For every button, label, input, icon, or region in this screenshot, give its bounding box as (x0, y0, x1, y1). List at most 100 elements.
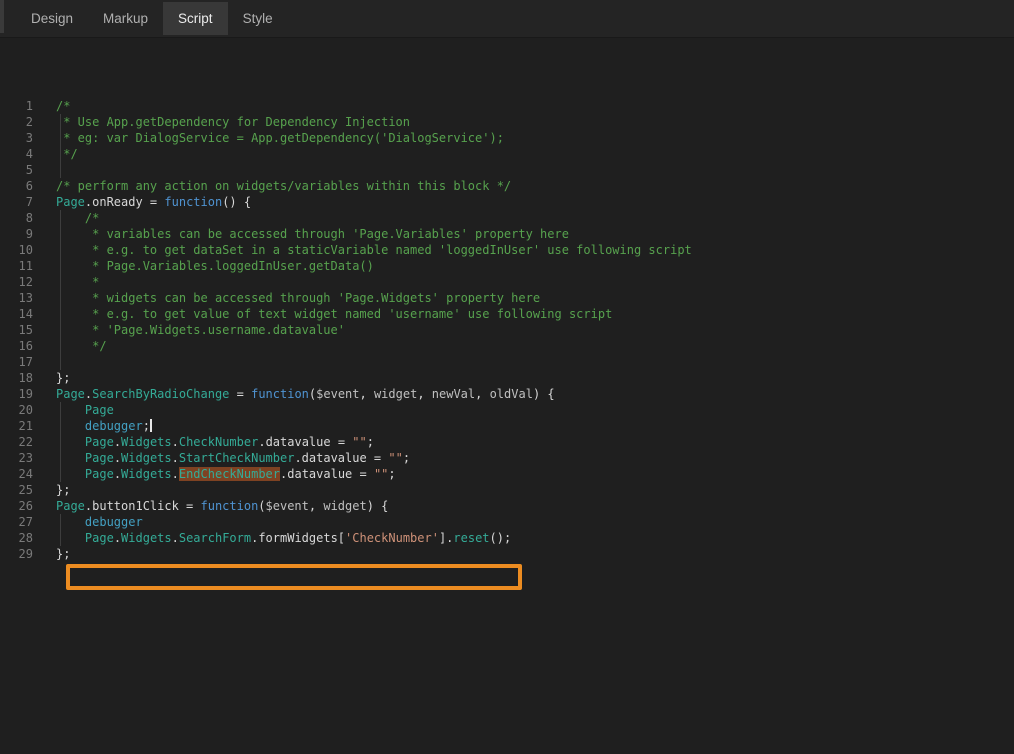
indent-guide (60, 258, 61, 274)
code-line[interactable]: 16 */ (0, 338, 1014, 354)
indent-guide (60, 306, 61, 322)
code-line[interactable]: 12 * (0, 274, 1014, 290)
code-line[interactable]: 29}; (0, 546, 1014, 562)
line-number: 13 (0, 290, 33, 306)
indent-guide (60, 354, 61, 370)
line-number: 17 (0, 354, 33, 370)
line-number: 21 (0, 418, 33, 434)
line-number: 19 (0, 386, 33, 402)
code-line[interactable]: 13 * widgets can be accessed through 'Pa… (0, 290, 1014, 306)
code-line-text: * eg: var DialogService = App.getDepende… (56, 130, 504, 146)
code-line[interactable]: 21 debugger; (0, 418, 1014, 434)
code-line[interactable]: 14 * e.g. to get value of text widget na… (0, 306, 1014, 322)
indent-guide (60, 466, 61, 482)
code-line-text: * e.g. to get value of text widget named… (56, 306, 612, 322)
line-number: 29 (0, 546, 33, 562)
line-number: 10 (0, 242, 33, 258)
code-line[interactable]: 28 Page.Widgets.SearchForm.formWidgets['… (0, 530, 1014, 546)
line-number: 15 (0, 322, 33, 338)
line-number: 26 (0, 498, 33, 514)
code-line-text: debugger; (56, 418, 152, 434)
code-line-text: }; (56, 482, 70, 498)
code-line-text: Page.Widgets.StartCheckNumber.datavalue … (56, 450, 410, 466)
line-number: 16 (0, 338, 33, 354)
code-line[interactable]: 19 Page.SearchByRadioChange = function($e… (0, 386, 1014, 402)
indent-guide (60, 226, 61, 242)
code-line-text: Page.Widgets.SearchForm.formWidgets['Che… (56, 530, 511, 546)
code-line-text: Page (56, 402, 114, 418)
indent-guide (60, 418, 61, 434)
line-number: 18 (0, 370, 33, 386)
code-line[interactable]: 3 * eg: var DialogService = App.getDepen… (0, 130, 1014, 146)
indent-guide (60, 146, 61, 162)
code-line[interactable]: 5 (0, 162, 1014, 178)
line-number: 24 (0, 466, 33, 482)
line-number: 28 (0, 530, 33, 546)
line-number: 22 (0, 434, 33, 450)
line-number: 1 (0, 98, 33, 114)
line-number: 6 (0, 178, 33, 194)
code-line[interactable]: 17 (0, 354, 1014, 370)
line-number: 14 (0, 306, 33, 322)
indent-guide (60, 274, 61, 290)
code-line[interactable]: 26 Page.button1Click = function($event, w… (0, 498, 1014, 514)
line-number: 27 (0, 514, 33, 530)
code-line-text: Page.Widgets.CheckNumber.datavalue = ""; (56, 434, 374, 450)
line-number: 3 (0, 130, 33, 146)
code-line[interactable]: 8 /* (0, 210, 1014, 226)
indent-guide (60, 530, 61, 546)
indent-guide (60, 402, 61, 418)
annotation-highlight-box (66, 564, 522, 590)
code-line[interactable]: 1 /* (0, 98, 1014, 114)
indent-guide (60, 130, 61, 146)
code-line[interactable]: 4 */ (0, 146, 1014, 162)
tab-script[interactable]: Script (163, 2, 228, 35)
code-line-text: Page.button1Click = function($event, wid… (56, 498, 388, 514)
code-line[interactable]: 11 * Page.Variables.loggedInUser.getData… (0, 258, 1014, 274)
code-line-text: */ (56, 338, 107, 354)
indent-guide (60, 242, 61, 258)
code-line-text: * 'Page.Widgets.username.datavalue' (56, 322, 345, 338)
indent-guide (60, 450, 61, 466)
code-line-text: debugger (56, 514, 143, 530)
code-line[interactable]: 22 Page.Widgets.CheckNumber.datavalue = … (0, 434, 1014, 450)
tab-design[interactable]: Design (16, 2, 88, 35)
code-line-text: Page.SearchByRadioChange = function($eve… (56, 386, 555, 402)
code-line-text: }; (56, 370, 70, 386)
indent-guide (60, 322, 61, 338)
code-line[interactable]: 27 debugger (0, 514, 1014, 530)
code-line-text: /* (56, 98, 70, 114)
panel-edge (0, 0, 4, 33)
code-line-text: * e.g. to get dataSet in a staticVariabl… (56, 242, 692, 258)
code-line-text: * Page.Variables.loggedInUser.getData() (56, 258, 374, 274)
indent-guide (60, 514, 61, 530)
indent-guide (60, 434, 61, 450)
code-line[interactable]: 7Page.onReady = function() { (0, 194, 1014, 210)
line-number: 23 (0, 450, 33, 466)
code-line[interactable]: 9 * variables can be accessed through 'P… (0, 226, 1014, 242)
line-number: 9 (0, 226, 33, 242)
code-editor[interactable]: 1/*2 * Use App.getDependency for Depende… (0, 38, 1014, 562)
indent-guide (60, 338, 61, 354)
code-line-text: * variables can be accessed through 'Pag… (56, 226, 569, 242)
tab-bar: DesignMarkupScriptStyle (0, 0, 1014, 38)
line-number: 8 (0, 210, 33, 226)
code-line[interactable]: 18}; (0, 370, 1014, 386)
code-lines: 1/*2 * Use App.getDependency for Depende… (0, 98, 1014, 562)
code-line[interactable]: 25}; (0, 482, 1014, 498)
code-line[interactable]: 24 Page.Widgets.EndCheckNumber.datavalue… (0, 466, 1014, 482)
code-line-text: * (56, 274, 99, 290)
code-line[interactable]: 2 * Use App.getDependency for Dependency… (0, 114, 1014, 130)
code-line[interactable]: 23 Page.Widgets.StartCheckNumber.dataval… (0, 450, 1014, 466)
tab-style[interactable]: Style (228, 2, 288, 35)
code-line[interactable]: 20 Page (0, 402, 1014, 418)
line-number: 7 (0, 194, 33, 210)
code-line-text: /* (56, 210, 99, 226)
indent-guide (60, 210, 61, 226)
code-line-text: * Use App.getDependency for Dependency I… (56, 114, 410, 130)
line-number: 12 (0, 274, 33, 290)
tab-markup[interactable]: Markup (88, 2, 163, 35)
code-line[interactable]: 15 * 'Page.Widgets.username.datavalue' (0, 322, 1014, 338)
code-line[interactable]: 6/* perform any action on widgets/variab… (0, 178, 1014, 194)
code-line[interactable]: 10 * e.g. to get dataSet in a staticVari… (0, 242, 1014, 258)
